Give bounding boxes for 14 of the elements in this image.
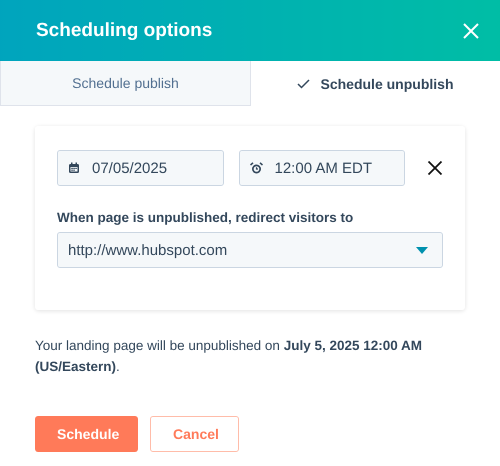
dialog-title: Scheduling options	[36, 20, 212, 42]
close-icon	[427, 160, 443, 176]
field-label: When page is unpublished, redirect visitors to	[57, 210, 354, 225]
checkmark-icon	[297, 78, 310, 88]
redirect-dropdown[interactable]: http://www.hubspot.com	[57, 232, 443, 268]
time-field[interactable]: 12:00 AM EDT	[238, 150, 405, 186]
alarm-clock-icon	[250, 162, 262, 174]
date-field[interactable]: 07/05/2025	[57, 150, 224, 186]
calendar-icon	[68, 162, 80, 174]
summary-text: Your landing page will be unpublished on July 5, 2025 12:00 AM (US/Eastern).	[35, 337, 424, 376]
tab[interactable]: Schedule publish	[0, 61, 251, 106]
close-icon	[462, 22, 480, 40]
clear-button[interactable]	[427, 160, 443, 176]
caret-icon	[416, 246, 428, 254]
